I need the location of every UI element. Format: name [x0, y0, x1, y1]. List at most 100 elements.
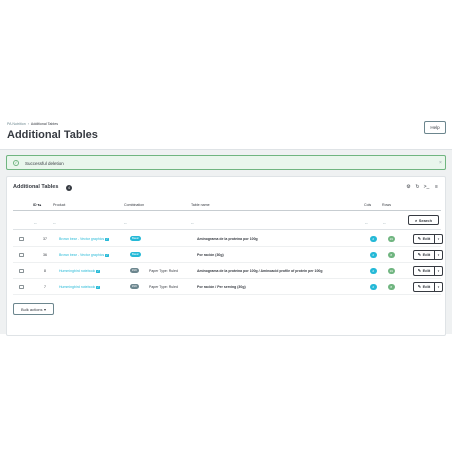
edit-button[interactable]: ✎ Edit: [413, 233, 435, 244]
check-icon: ✓: [13, 160, 19, 166]
grid-card: Additional Tables 4 ⚙ ↻ >_ ≡ ID ▾▴ Produ…: [6, 176, 446, 336]
combination-text: Paper Type: Ruled: [149, 268, 178, 273]
row-checkbox[interactable]: [19, 284, 24, 289]
table-row: 36 Brown bear - Vector graphics ↗ Basic P…: [13, 247, 443, 263]
row-checkbox[interactable]: [19, 236, 24, 241]
combination-badge: #19: [130, 284, 139, 289]
edit-label: Edit: [422, 268, 431, 274]
row-table-name: Aminograma de la proteína por 100g / Ami…: [197, 268, 323, 273]
row-product-link[interactable]: Brown bear - Vector graphics ↗: [59, 237, 109, 242]
help-button[interactable]: Help: [424, 121, 446, 134]
row-id: 37: [43, 236, 47, 241]
breadcrumb: PA Nutrition › Additional Tables: [7, 122, 58, 126]
breadcrumb-parent[interactable]: PA Nutrition: [7, 122, 26, 126]
column-header-combination: Combination: [124, 203, 145, 207]
combination-text: Paper Type: Ruled: [149, 284, 178, 289]
row-product-label: Brown bear - Vector graphics: [59, 252, 105, 257]
chevron-down-icon: ▾: [437, 252, 440, 257]
rows-badge: 19: [388, 267, 395, 274]
row-product-link[interactable]: Hummingbird notebook ↗: [59, 269, 100, 274]
row-actions-dropdown[interactable]: ▾: [435, 281, 443, 292]
filter-table-name-input[interactable]: --: [191, 220, 194, 225]
pencil-icon: ✎: [417, 284, 422, 290]
database-icon[interactable]: ≡: [433, 184, 440, 191]
rows-badge: 8: [388, 251, 395, 258]
cols-badge: 2: [370, 251, 377, 258]
edit-button[interactable]: ✎ Edit: [413, 249, 435, 260]
row-checkbox[interactable]: [19, 252, 24, 257]
row-actions-dropdown[interactable]: ▾: [435, 249, 443, 260]
cols-badge: 2: [370, 267, 377, 274]
filter-rows-input[interactable]: --: [383, 220, 386, 225]
row-product-label: Hummingbird notebook: [59, 284, 96, 289]
edit-label: Edit: [422, 252, 431, 258]
page-content: PA Nutrition › Additional Tables Additiona…: [0, 114, 452, 336]
cols-badge: 2: [370, 283, 377, 290]
chevron-down-icon: ▾: [437, 284, 440, 289]
grid-title: Additional Tables: [13, 184, 59, 190]
search-label: Search: [418, 217, 433, 223]
row-table-name: Aminograma de la proteína por 100g: [197, 236, 258, 241]
breadcrumb-current: Additional Tables: [30, 122, 59, 126]
filter-cols-input[interactable]: --: [365, 220, 368, 225]
filter-id-input[interactable]: --: [34, 220, 37, 225]
bulk-actions-button[interactable]: Bulk actions ▾: [13, 303, 54, 315]
row-actions-dropdown[interactable]: ▾: [435, 265, 443, 276]
filter-divider: [13, 229, 441, 230]
row-checkbox[interactable]: [19, 268, 24, 273]
combination-badge: #19: [130, 268, 139, 273]
table-row: 7 Hummingbird notebook ↗ #19 Paper Type: …: [13, 279, 443, 295]
page-header: PA Nutrition › Additional Tables Additiona…: [0, 114, 452, 150]
breadcrumb-separator: ›: [27, 122, 29, 126]
chevron-down-icon: ▾: [44, 306, 47, 312]
rows-badge: 8: [388, 283, 395, 290]
pencil-icon: ✎: [417, 252, 422, 258]
column-header-cols: Cols: [364, 203, 372, 207]
edit-label: Edit: [422, 284, 431, 290]
success-alert: ✓ Successful deletion ×: [6, 155, 446, 170]
grid-count-badge: 4: [66, 184, 72, 191]
settings-icon[interactable]: ⚙: [405, 184, 412, 191]
cols-badge: 2: [370, 235, 377, 242]
table-row: 8 Hummingbird notebook ↗ #19 Paper Type: …: [13, 263, 443, 279]
row-id: 8: [44, 268, 46, 273]
filter-combination-input[interactable]: --: [124, 220, 127, 225]
terminal-icon[interactable]: >_: [423, 184, 430, 191]
column-header-id[interactable]: ID ▾▴: [33, 203, 41, 207]
search-icon: ⌕: [414, 217, 418, 223]
chevron-down-icon: ▾: [437, 268, 440, 273]
row-product-link[interactable]: Hummingbird notebook ↗: [59, 285, 100, 290]
column-header-table-name: Table name: [191, 203, 210, 207]
row-product-link[interactable]: Brown bear - Vector graphics ↗: [59, 253, 109, 258]
row-id: 36: [43, 252, 47, 257]
combination-badge: Basic: [130, 252, 141, 257]
row-table-name: Por ración / Per serving (30g): [197, 284, 246, 289]
external-link-icon: ↗: [105, 253, 109, 258]
refresh-icon[interactable]: ↻: [414, 184, 421, 191]
row-actions-dropdown[interactable]: ▾: [435, 233, 443, 244]
column-header-product: Product: [53, 203, 66, 207]
table-row: 37 Brown bear - Vector graphics ↗ Basic A…: [13, 231, 443, 247]
edit-button[interactable]: ✎ Edit: [413, 265, 435, 276]
pencil-icon: ✎: [417, 236, 422, 242]
row-table-name: Por ración (30g): [197, 252, 224, 257]
combination-badge: Basic: [130, 236, 141, 241]
external-link-icon: ↗: [105, 237, 109, 242]
alert-message: Successful deletion: [25, 160, 64, 166]
edit-button[interactable]: ✎ Edit: [413, 281, 435, 292]
row-product-label: Hummingbird notebook: [59, 268, 96, 273]
row-product-label: Brown bear - Vector graphics: [59, 236, 105, 241]
external-link-icon: ↗: [96, 269, 100, 274]
bulk-actions-label: Bulk actions: [20, 306, 43, 312]
column-header-rows: Rows: [382, 203, 391, 207]
edit-label: Edit: [422, 236, 431, 242]
search-button[interactable]: ⌕ Search: [408, 215, 439, 225]
row-id: 7: [44, 284, 46, 289]
filter-product-input[interactable]: --: [53, 220, 56, 225]
pencil-icon: ✎: [417, 268, 422, 274]
close-icon[interactable]: ×: [439, 160, 442, 166]
page-title: Additional Tables: [7, 129, 98, 141]
chevron-down-icon: ▾: [437, 236, 440, 241]
rows-badge: 19: [388, 235, 395, 242]
header-divider: [13, 210, 441, 211]
